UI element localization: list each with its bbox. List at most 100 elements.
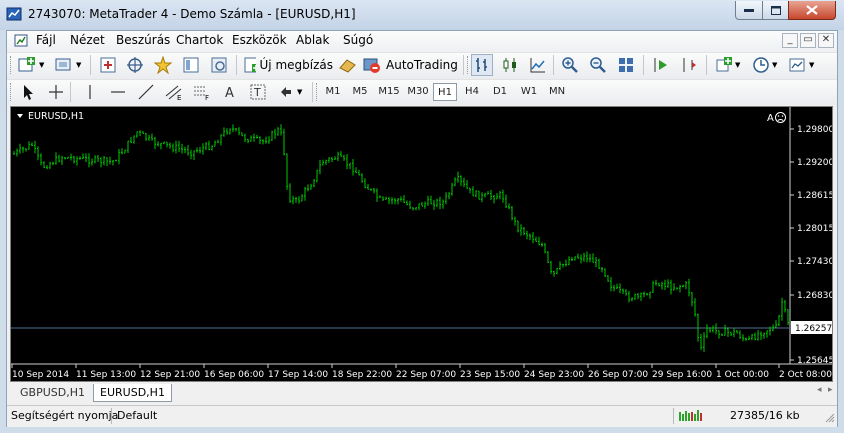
timeframe-m30[interactable]: M30 [403,83,433,101]
resize-grip-icon[interactable] [824,412,835,426]
svg-text:F: F [205,94,209,101]
menu-tools[interactable]: Eszközök [232,33,287,47]
navigator-icon[interactable] [152,54,174,76]
mdi-close-button[interactable]: ✕ [818,33,834,48]
toolbar-separator [312,82,313,102]
horizontal-line-icon[interactable] [107,81,129,103]
tab-eurusd[interactable]: EURUSD,H1 [93,384,172,402]
trendline-icon[interactable] [135,81,157,103]
candlestick-icon[interactable] [499,54,521,76]
price-bars [13,124,789,352]
price-bar [469,187,471,194]
price-bar [52,161,54,166]
close-button[interactable] [788,1,836,20]
connection-status-icon[interactable] [679,409,705,424]
timeframe-h1[interactable]: H1 [433,83,457,101]
timeframe-h4[interactable]: H4 [460,83,484,101]
expert-status-icon [775,112,786,123]
chart-window[interactable]: EURUSD,H1 A 1.29800 1.29200 1.28615 1.28015… [10,106,834,382]
price-bar [472,186,474,197]
tab-gbpusd[interactable]: GBPUSD,H1 [14,384,91,402]
price-bar [190,149,192,160]
price-bar [676,287,678,290]
toolbar-grip[interactable] [10,83,14,101]
line-chart-icon[interactable] [527,54,549,76]
price-bar [379,195,381,198]
autotrading-button[interactable]: AutoTrading [338,54,458,76]
price-chart[interactable]: EURUSD,H1 A 1.29800 1.29200 1.28615 1.28015… [11,107,834,381]
strategy-tester-icon[interactable] [208,54,230,76]
price-bar [550,261,552,274]
periods-clock-icon[interactable] [750,54,772,76]
price-bar [253,133,255,142]
menu-charts[interactable]: Chartok [176,33,223,47]
chevron-down-icon[interactable]: ▼ [772,61,777,69]
price-bar [514,216,516,226]
mdi-minimize-button[interactable]: _ [782,33,798,48]
timeframe-mn[interactable]: MN [544,83,570,101]
price-bar [388,196,390,205]
new-order-button[interactable]: Új megbízás [243,54,333,76]
price-bar [157,141,159,147]
arrows-icon[interactable] [275,81,297,103]
chart-window-icon[interactable] [13,32,29,52]
fibonacci-retracement-icon[interactable]: F [191,81,213,103]
price-bar [394,197,396,205]
cursor-icon[interactable] [17,81,39,103]
timeframe-d1[interactable]: D1 [488,83,512,101]
tab-scroll-left-icon[interactable]: ◂ [817,385,822,395]
menu-file[interactable]: Fájl [36,33,56,47]
price-bar [712,325,714,333]
time-tick-label: 29 Sep 16:00 [652,370,712,380]
chevron-down-icon[interactable]: ▼ [76,61,81,69]
price-bar [592,253,594,263]
crosshair-icon[interactable] [45,81,67,103]
maximize-button[interactable] [762,1,789,20]
price-bar [742,334,744,342]
bar-chart-icon[interactable] [471,54,493,76]
indicators-icon[interactable] [713,54,735,76]
price-bar [259,136,261,145]
minimize-button[interactable] [735,1,763,20]
timeframe-m15[interactable]: M15 [374,83,404,101]
chevron-down-icon[interactable]: ▼ [735,61,740,69]
text-label-icon[interactable]: T [247,81,269,103]
menu-insert[interactable]: Beszúrás [116,33,170,47]
price-bar [343,154,345,161]
templates-icon[interactable] [786,54,808,76]
chevron-down-icon[interactable]: ▼ [297,88,302,96]
price-bar [475,190,477,198]
timeframe-m1[interactable]: M1 [321,83,345,101]
menu-help[interactable]: Súgó [343,33,373,47]
timeframe-w1[interactable]: W1 [516,83,542,101]
tab-scroll-right-icon[interactable]: ▸ [828,385,833,395]
toolbar-grip[interactable] [10,56,14,74]
equidistant-channel-icon[interactable]: E [163,81,185,103]
mdi-restore-button[interactable]: ▭ [800,33,816,48]
autotrading-label: AutoTrading [386,58,458,72]
price-bar [706,324,708,339]
zoom-out-icon[interactable] [587,54,609,76]
data-window-icon[interactable] [124,54,146,76]
profiles-icon[interactable] [53,54,75,76]
terminal-icon[interactable] [180,54,202,76]
chevron-down-icon[interactable]: ▼ [809,61,814,69]
new-chart-icon[interactable] [17,54,39,76]
text-icon[interactable]: A [219,81,241,103]
zoom-in-icon[interactable] [559,54,581,76]
menu-window[interactable]: Ablak [296,33,329,47]
market-watch-icon[interactable] [97,54,119,76]
chevron-down-icon[interactable]: ▼ [39,61,44,69]
tile-windows-icon[interactable] [615,54,637,76]
price-bar [73,155,75,164]
current-price-label: 1.26257 [795,324,832,334]
toolbar-grip[interactable] [316,83,320,101]
chart-shift-icon[interactable] [678,54,700,76]
expert-advisor-icon [339,59,356,73]
timeframe-m5[interactable]: M5 [348,83,372,101]
menu-view[interactable]: Nézet [70,33,105,47]
auto-scroll-icon[interactable] [650,54,672,76]
price-bar [766,330,768,338]
price-bar [418,203,420,211]
vertical-line-icon[interactable] [79,81,101,103]
